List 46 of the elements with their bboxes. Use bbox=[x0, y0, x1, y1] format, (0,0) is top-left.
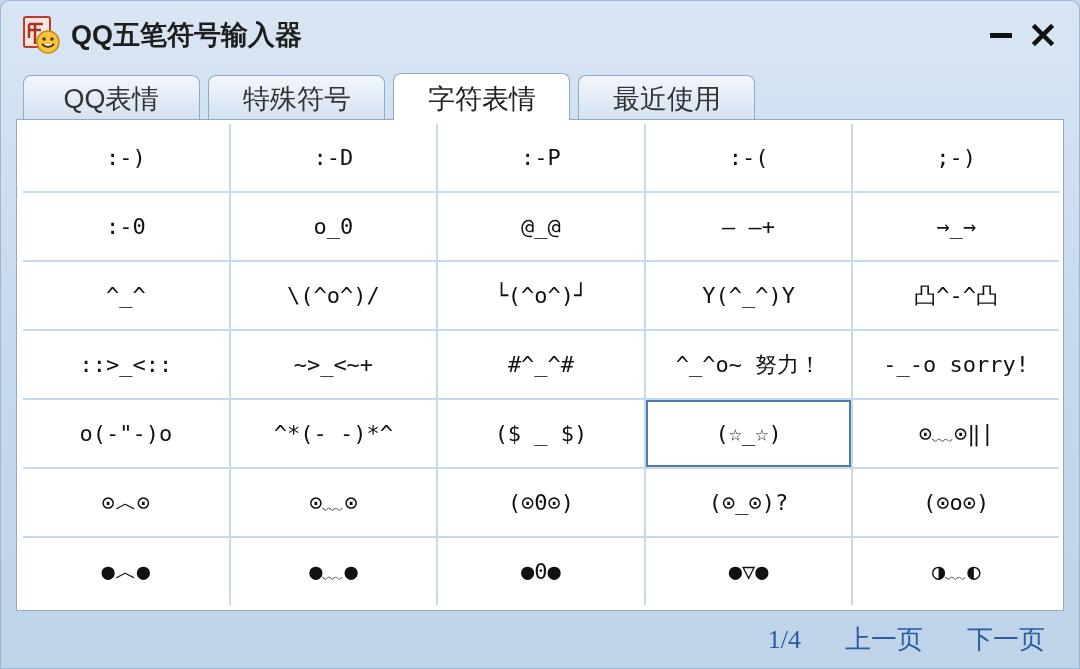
emoticon-cell[interactable]: Y(^_^)Y bbox=[645, 262, 852, 329]
emoticon-cell[interactable]: :-) bbox=[23, 124, 229, 191]
emoticon-cell[interactable]: ●0● bbox=[438, 538, 644, 605]
emoticon-cell[interactable]: ◑﹏◐ bbox=[853, 538, 1059, 605]
emoticon-cell[interactable]: (☆_☆) bbox=[645, 400, 852, 467]
emoticon-cell[interactable]: @_@ bbox=[438, 193, 644, 260]
tab[interactable]: 特殊符号 bbox=[208, 75, 385, 119]
emoticon-cell[interactable]: :-( bbox=[645, 124, 852, 191]
emoticon-cell[interactable]: #^_^# bbox=[438, 331, 644, 398]
next-page-link[interactable]: 下一页 bbox=[967, 620, 1045, 659]
app-icon bbox=[23, 16, 61, 54]
window-title: QQ五笔符号输入器 bbox=[71, 21, 302, 49]
emoticon-cell[interactable]: ⊙﹏⊙ bbox=[230, 469, 437, 536]
tab[interactable]: 最近使用 bbox=[578, 75, 755, 119]
emoticon-cell[interactable]: :-0 bbox=[23, 193, 229, 260]
emoticon-cell[interactable]: ⊙︿⊙ bbox=[23, 469, 229, 536]
tab[interactable]: 字符表情 bbox=[393, 73, 570, 120]
emoticon-cell[interactable]: (⊙_⊙)? bbox=[645, 469, 852, 536]
emoticon-cell[interactable]: (⊙0⊙) bbox=[438, 469, 644, 536]
emoticon-cell[interactable]: o(-"-)o bbox=[23, 400, 229, 467]
emoticon-cell[interactable]: -_-o sorry! bbox=[853, 331, 1059, 398]
emoticon-cell[interactable]: ^_^ bbox=[23, 262, 229, 329]
emoticon-cell[interactable]: ●︿● bbox=[23, 538, 229, 605]
emoticon-cell[interactable]: ($ _ $) bbox=[438, 400, 644, 467]
emoticon-cell[interactable]: └(^o^)┘ bbox=[438, 262, 644, 329]
page-indicator: 1/4 bbox=[767, 624, 801, 656]
close-icon bbox=[1032, 24, 1054, 46]
emoticon-cell[interactable]: ;-) bbox=[853, 124, 1059, 191]
emoticon-cell[interactable]: \(^o^)/ bbox=[230, 262, 437, 329]
emoticon-cell[interactable]: ^_^o~ 努力！ bbox=[645, 331, 852, 398]
emoticon-cell[interactable]: ●﹏● bbox=[230, 538, 437, 605]
emoticon-cell[interactable]: ●▽● bbox=[645, 538, 852, 605]
emoticon-cell[interactable]: o_0 bbox=[230, 193, 437, 260]
emoticon-cell[interactable]: ^*(- -)*^ bbox=[230, 400, 437, 467]
tab[interactable]: QQ表情 bbox=[23, 75, 200, 119]
emoticon-cell[interactable]: (⊙o⊙) bbox=[853, 469, 1059, 536]
emoticon-cell[interactable]: ::>_<:: bbox=[23, 331, 229, 398]
emoticon-cell[interactable]: :-P bbox=[438, 124, 644, 191]
emoticon-cell[interactable]: — —+ bbox=[645, 193, 852, 260]
emoticon-cell[interactable]: ⊙﹏⊙‖∣ bbox=[853, 400, 1059, 467]
previous-page-link[interactable]: 上一页 bbox=[845, 620, 923, 659]
minimize-icon bbox=[990, 32, 1012, 38]
emoticon-cell[interactable]: 凸^-^凸 bbox=[853, 262, 1059, 329]
emoticon-cell[interactable]: :-D bbox=[230, 124, 437, 191]
emoticon-cell[interactable]: ~>_<~+ bbox=[230, 331, 437, 398]
emoticon-cell[interactable]: →_→ bbox=[853, 193, 1059, 260]
